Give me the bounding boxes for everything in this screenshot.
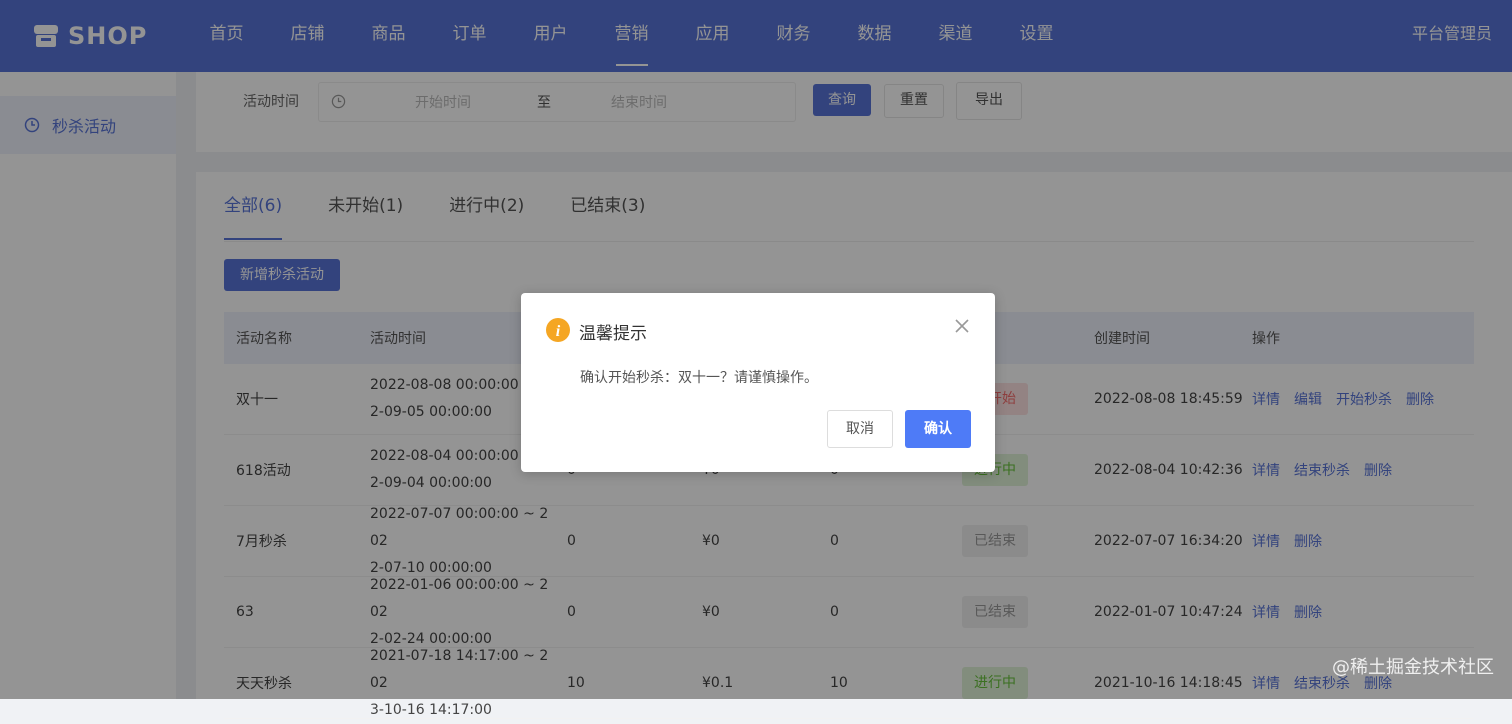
watermark: @稀土掘金技术社区	[1332, 657, 1494, 678]
close-icon[interactable]	[953, 317, 971, 335]
confirm-dialog: i 温馨提示 确认开始秒杀：双十一？请谨慎操作。 取消 确认	[521, 293, 995, 472]
dialog-title: 温馨提示	[579, 324, 647, 344]
activity-time-end: 3-10-16 14:17:00	[370, 701, 492, 718]
dialog-message: 确认开始秒杀：双十一？请谨慎操作。	[580, 370, 818, 386]
warning-icon: i	[546, 318, 570, 342]
confirm-button[interactable]: 确认	[905, 410, 971, 448]
svg-text:i: i	[556, 323, 561, 340]
cancel-button[interactable]: 取消	[827, 410, 893, 448]
